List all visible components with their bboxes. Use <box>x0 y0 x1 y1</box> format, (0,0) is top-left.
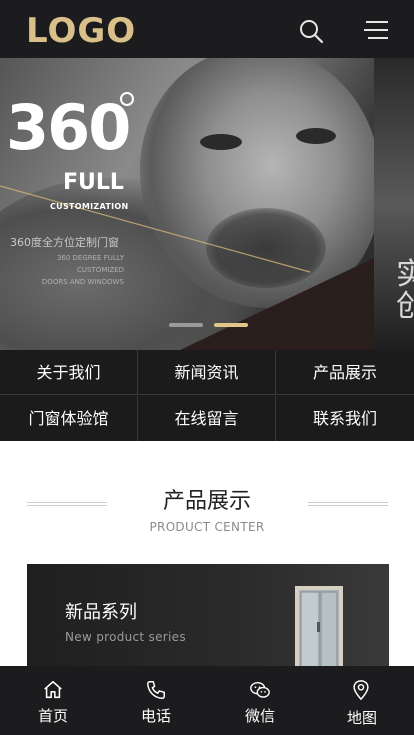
nav-products[interactable]: 产品展示 <box>276 350 414 395</box>
carousel-dots <box>169 323 249 327</box>
carousel-dot-2-active[interactable] <box>214 323 248 327</box>
next-slide-text: 创 <box>396 289 414 324</box>
window-product-image <box>295 586 343 674</box>
phone-icon <box>147 681 165 699</box>
section-subtitle: PRODUCT CENTER <box>149 520 265 534</box>
quick-nav-grid: 关于我们 新闻资讯 产品展示 门窗体验馆 在线留言 联系我们 <box>0 350 414 441</box>
tab-label: 电话 <box>140 707 171 725</box>
product-card-subtitle: New product series <box>65 630 186 644</box>
nav-about-us[interactable]: 关于我们 <box>0 350 138 395</box>
hero-en-caption: 360 DEGREE FULLY CUSTOMIZED DOORS AND WI… <box>41 254 124 286</box>
home-icon <box>44 680 62 699</box>
top-header: LOGO <box>0 0 414 58</box>
nav-showroom[interactable]: 门窗体验馆 <box>0 396 138 441</box>
tab-label: 首页 <box>37 707 68 725</box>
search-icon[interactable] <box>298 18 324 44</box>
next-slide-text: 实 <box>396 257 414 292</box>
degree-symbol <box>120 92 134 106</box>
wechat-icon <box>250 681 270 698</box>
hero-full: FULL <box>63 170 124 195</box>
section-title: 产品展示 <box>162 489 251 514</box>
nav-message[interactable]: 在线留言 <box>138 396 276 441</box>
map-pin-icon <box>353 680 369 701</box>
hero-big-number: 360 <box>6 91 131 164</box>
product-card-title: 新品系列 <box>65 602 137 623</box>
nav-news[interactable]: 新闻资讯 <box>138 350 276 395</box>
logo[interactable]: LOGO <box>26 11 136 51</box>
tab-home[interactable]: 首页 <box>1 666 105 735</box>
tab-phone[interactable]: 电话 <box>104 666 208 735</box>
hero-customization: CUSTOMIZATION <box>50 202 129 211</box>
hero-cn-caption: 360度全方位定制门窗 <box>10 236 119 249</box>
hamburger-menu-icon[interactable] <box>362 18 390 42</box>
tab-map[interactable]: 地图 <box>310 666 414 735</box>
tab-label: 微信 <box>244 707 275 725</box>
tab-label: 地图 <box>346 709 377 727</box>
nav-contact[interactable]: 联系我们 <box>276 396 414 441</box>
carousel-dot-1[interactable] <box>169 323 203 327</box>
hero-banner[interactable]: 实 创 360 FULL CUSTOMIZATION 360度全方位定制门窗 3… <box>0 58 414 350</box>
tab-wechat[interactable]: 微信 <box>208 666 312 735</box>
bottom-tab-bar: 首页 电话 微信 地图 <box>0 666 414 735</box>
product-card[interactable]: 新品系列 New product series <box>27 564 389 674</box>
